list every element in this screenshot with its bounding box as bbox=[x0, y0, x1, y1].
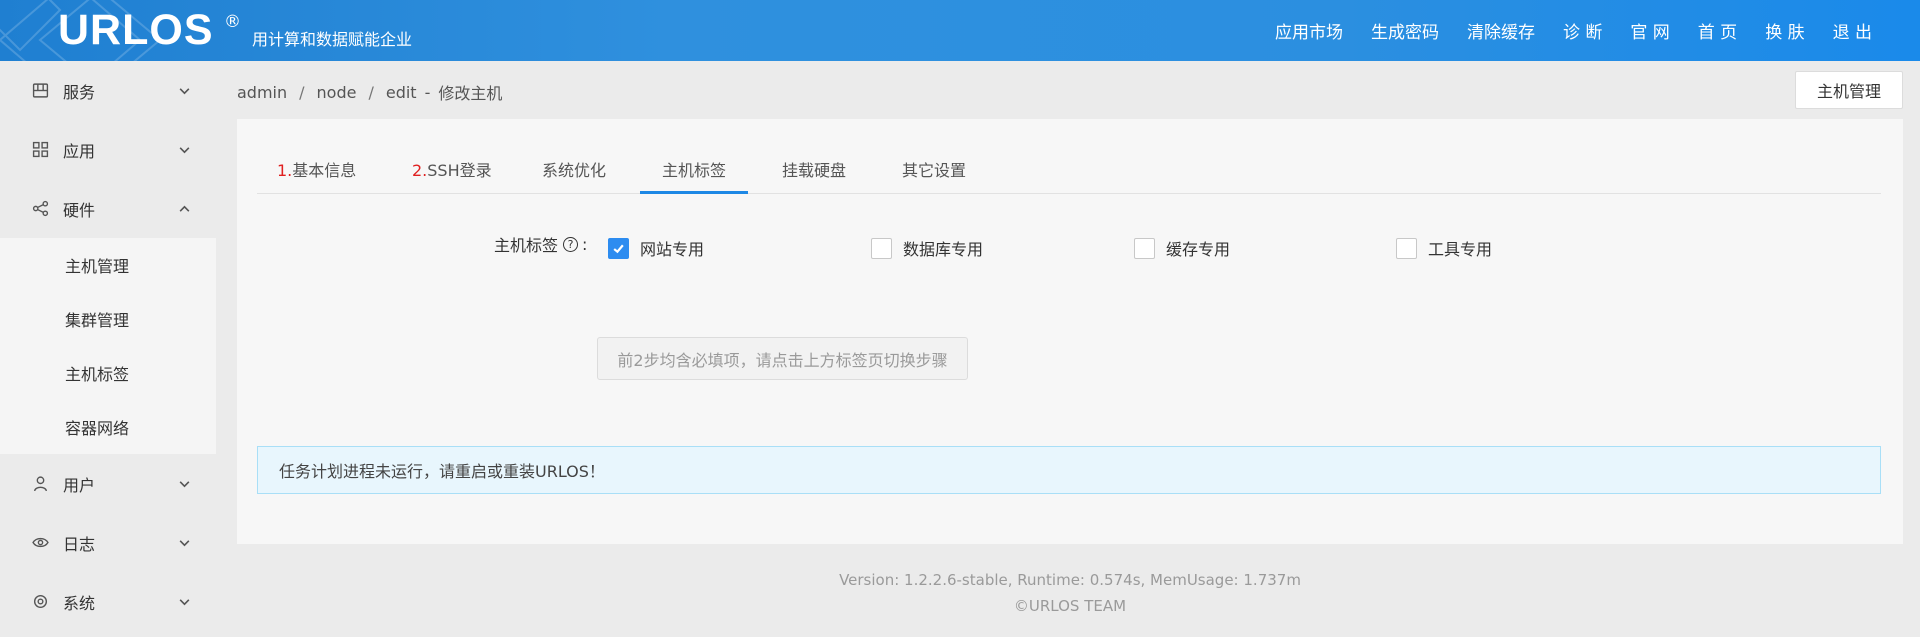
sidebar-subitem-cluster-manage[interactable]: 集群管理 bbox=[0, 292, 216, 346]
sidebar-item-label: 服务 bbox=[63, 82, 96, 102]
checkbox-box[interactable] bbox=[1134, 237, 1155, 259]
user-icon bbox=[33, 476, 48, 492]
sidebar-item-hardware[interactable]: 硬件 bbox=[0, 179, 216, 238]
service-icon bbox=[32, 83, 49, 98]
apps-grid-icon bbox=[32, 141, 49, 158]
sidebar-subitem-host-tags[interactable]: 主机标签 bbox=[0, 346, 216, 400]
nav-logout[interactable]: 退 出 bbox=[1833, 18, 1872, 43]
slogan: 用计算和数据赋能企业 bbox=[252, 30, 413, 49]
tab-label: 系统优化 bbox=[542, 161, 607, 180]
tab-step-number: 1. bbox=[277, 161, 293, 180]
active-tab-indicator bbox=[640, 191, 748, 194]
checkbox-box[interactable] bbox=[871, 237, 892, 259]
chevron-up-icon bbox=[179, 205, 190, 212]
checkbox-label: 工具专用 bbox=[1428, 240, 1493, 259]
top-header: URLOS ® 用计算和数据赋能企业 应用市场 生成密码 清除缓存 诊 断 官 … bbox=[0, 0, 1920, 61]
sidebar-item-logs[interactable]: 日志 bbox=[0, 513, 216, 572]
sidebar-item-users[interactable]: 用户 bbox=[0, 454, 216, 513]
checkbox-label: 网站专用 bbox=[640, 240, 705, 259]
tab-label: 其它设置 bbox=[902, 161, 967, 180]
logo[interactable]: URLOS bbox=[58, 6, 214, 54]
tab-other-settings[interactable]: 其它设置 bbox=[902, 157, 966, 194]
checkbox-tools[interactable]: 工具专用 bbox=[1396, 236, 1492, 260]
nav-diagnose[interactable]: 诊 断 bbox=[1563, 18, 1602, 43]
tab-host-tags[interactable]: 主机标签 bbox=[662, 157, 726, 194]
sidebar-item-service[interactable]: 服务 bbox=[0, 61, 216, 120]
sidebar-subitem-host-manage[interactable]: 主机管理 bbox=[0, 238, 216, 292]
sidebar-item-system[interactable]: 系统 bbox=[0, 572, 216, 631]
checkbox-box[interactable] bbox=[1396, 237, 1417, 259]
breadcrumb-separator: / bbox=[299, 82, 305, 102]
tab-label: 基本信息 bbox=[292, 161, 357, 180]
alert-message: 任务计划进程未运行，请重启或重装URLOS！ bbox=[257, 446, 1881, 494]
checkbox-label: 缓存专用 bbox=[1166, 240, 1231, 259]
share-nodes-icon bbox=[32, 200, 49, 217]
breadcrumb: admin / node / edit - 修改主机 bbox=[237, 80, 502, 104]
breadcrumb-dash: - bbox=[424, 82, 431, 102]
nav-official-site[interactable]: 官 网 bbox=[1630, 18, 1669, 43]
sidebar-item-label: 用户 bbox=[63, 475, 96, 495]
host-tag-field-label: 主机标签 ? : bbox=[494, 232, 587, 256]
field-label-text: 主机标签 bbox=[494, 236, 559, 255]
breadcrumb-separator: / bbox=[368, 82, 374, 102]
tab-ssh-login[interactable]: 2.SSH登录 bbox=[412, 157, 492, 194]
hardware-submenu: 主机管理 集群管理 主机标签 容器网络 bbox=[0, 238, 216, 454]
checkbox-website[interactable]: 网站专用 bbox=[608, 236, 704, 260]
tab-label: 挂载硬盘 bbox=[782, 161, 847, 180]
checkbox-label: 数据库专用 bbox=[903, 240, 984, 259]
sidebar: 服务 应用 硬件 主机管理 集群管理 主机标签 容器网络 用户 日志 系统 bbox=[0, 61, 216, 637]
sidebar-item-label: 应用 bbox=[63, 141, 96, 161]
help-icon[interactable]: ? bbox=[563, 236, 579, 252]
check-icon bbox=[613, 244, 624, 253]
tab-mount-disk[interactable]: 挂载硬盘 bbox=[782, 157, 846, 194]
submit-button-disabled[interactable]: 前2步均含必填项，请点击上方标签页切换步骤 bbox=[597, 337, 968, 380]
nav-home[interactable]: 首 页 bbox=[1698, 18, 1737, 43]
checkbox-box[interactable] bbox=[608, 237, 629, 259]
chevron-down-icon bbox=[179, 539, 190, 546]
host-manage-button[interactable]: 主机管理 bbox=[1795, 71, 1903, 109]
sidebar-item-label: 日志 bbox=[63, 534, 96, 554]
sidebar-subitem-container-network[interactable]: 容器网络 bbox=[0, 400, 216, 454]
checkbox-cache[interactable]: 缓存专用 bbox=[1134, 236, 1230, 260]
chevron-down-icon bbox=[179, 598, 190, 605]
tab-system-optimize[interactable]: 系统优化 bbox=[542, 157, 606, 194]
breadcrumb-edit[interactable]: edit bbox=[386, 83, 417, 102]
eye-icon bbox=[32, 537, 49, 548]
chevron-down-icon bbox=[179, 87, 190, 94]
sidebar-item-label: 硬件 bbox=[63, 200, 96, 220]
tab-label: 主机标签 bbox=[662, 161, 727, 180]
breadcrumb-current: 修改主机 bbox=[438, 84, 503, 103]
tab-step-number: 2. bbox=[412, 161, 428, 180]
nav-clear-cache[interactable]: 清除缓存 bbox=[1467, 18, 1535, 43]
registered-mark: ® bbox=[224, 12, 241, 32]
sidebar-item-apps[interactable]: 应用 bbox=[0, 120, 216, 179]
tab-bar: 1.基本信息 2.SSH登录 系统优化 主机标签 挂载硬盘 其它设置 bbox=[257, 119, 1881, 194]
chevron-down-icon bbox=[179, 146, 190, 153]
gear-icon bbox=[33, 594, 48, 609]
breadcrumb-admin[interactable]: admin bbox=[237, 83, 287, 102]
label-colon: : bbox=[582, 234, 588, 254]
tab-label: SSH登录 bbox=[427, 161, 492, 180]
nav-change-skin[interactable]: 换 肤 bbox=[1765, 18, 1804, 43]
footer-version: Version: 1.2.2.6-stable, Runtime: 0.574s… bbox=[839, 571, 1301, 589]
footer-copyright: ©URLOS TEAM bbox=[1013, 597, 1127, 615]
checkbox-database[interactable]: 数据库专用 bbox=[871, 236, 983, 260]
chevron-down-icon bbox=[179, 480, 190, 487]
nav-app-market[interactable]: 应用市场 bbox=[1275, 18, 1343, 43]
breadcrumb-node[interactable]: node bbox=[317, 83, 357, 102]
top-nav: 应用市场 生成密码 清除缓存 诊 断 官 网 首 页 换 肤 退 出 bbox=[1247, 0, 1872, 61]
sidebar-item-label: 系统 bbox=[63, 593, 96, 613]
tab-basic-info[interactable]: 1.基本信息 bbox=[277, 157, 356, 194]
nav-generate-password[interactable]: 生成密码 bbox=[1371, 18, 1439, 43]
